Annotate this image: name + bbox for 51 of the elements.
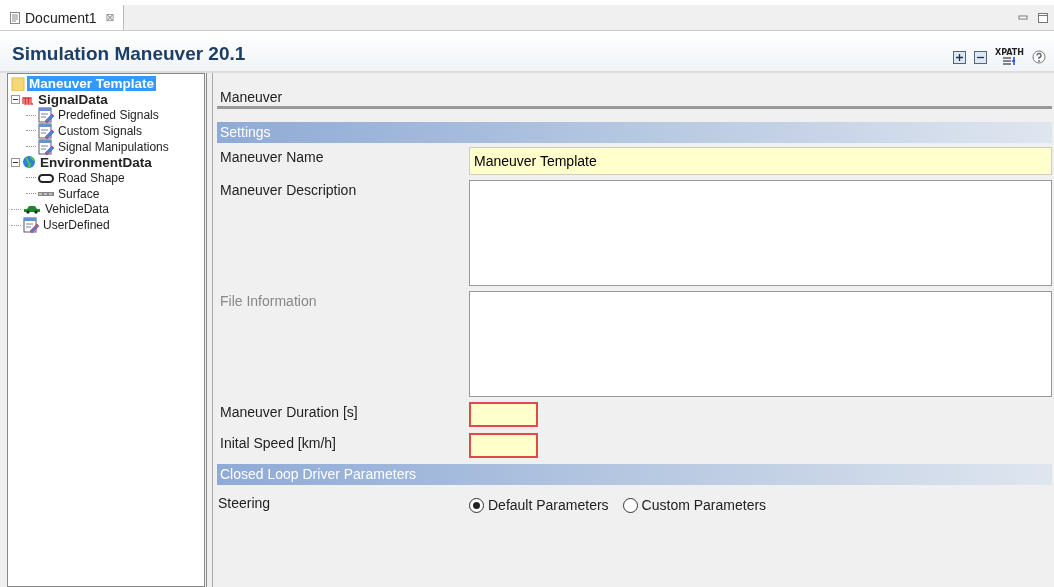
radio-button[interactable]: [622, 497, 638, 513]
field-label: Steering: [218, 494, 272, 511]
field-label: Inital Speed [km/h]: [220, 434, 337, 451]
folder-icon: [11, 76, 25, 91]
section-header: Settings: [217, 122, 1052, 143]
collapse-toggle-icon[interactable]: [11, 95, 20, 105]
signal-icon: [22, 94, 34, 105]
document-pencil-icon: [38, 122, 54, 139]
editor-title: Simulation Maneuver 20.1: [12, 43, 246, 65]
document-pencil-icon: [38, 138, 54, 155]
field-label: File Information: [220, 292, 318, 309]
collapse-all-icon[interactable]: [973, 50, 987, 64]
input-field[interactable]: [469, 433, 538, 458]
close-button[interactable]: ⊠: [105, 11, 115, 24]
document-pencil-icon: [23, 217, 39, 234]
radio-label[interactable]: Custom Parameters: [641, 497, 767, 513]
text-area[interactable]: [469, 180, 1052, 286]
field-label: Maneuver Description: [220, 181, 358, 198]
input-field[interactable]: Maneuver Template: [469, 147, 1052, 175]
tree-item[interactable]: Signal Manipulations: [56, 139, 171, 154]
field-label: Maneuver Duration [s]: [220, 403, 359, 420]
form-heading: Maneuver: [217, 89, 1052, 109]
field-label: Maneuver Name: [220, 148, 325, 165]
xpath-button[interactable]: XPATH: [994, 48, 1024, 66]
tree-item[interactable]: EnvironmentData: [38, 154, 154, 170]
tree-item[interactable]: Predefined Signals: [56, 108, 161, 123]
tree-item[interactable]: Custom Signals: [56, 123, 145, 138]
document-tab[interactable]: Document1 ⊠: [0, 5, 124, 30]
help-icon[interactable]: [1032, 50, 1046, 64]
expand-all-icon[interactable]: [952, 50, 966, 64]
collapse-toggle-icon[interactable]: [11, 157, 20, 167]
tree-item[interactable]: SignalData: [36, 92, 110, 108]
car-icon: [23, 204, 41, 215]
document-icon: [10, 11, 20, 24]
tab-label: Document1: [25, 9, 97, 26]
xpath-label: XPATH: [994, 48, 1024, 57]
section-header: Closed Loop Driver Parameters: [217, 464, 1052, 485]
splitter[interactable]: [206, 73, 213, 587]
tree-item[interactable]: Road Shape: [56, 170, 127, 185]
minimize-icon: [1018, 12, 1028, 23]
tree-item[interactable]: Surface: [56, 186, 102, 201]
tree-item[interactable]: UserDefined: [41, 218, 112, 233]
tree-item[interactable]: VehicleData: [43, 202, 112, 217]
maximize-icon: [1038, 12, 1048, 23]
radio-button[interactable]: [469, 497, 484, 513]
globe-icon: [22, 155, 36, 170]
input-field[interactable]: [469, 402, 538, 427]
list-icon: [1003, 56, 1016, 66]
pill-shape-icon: [38, 172, 54, 183]
radio-label[interactable]: Default Parameters: [488, 497, 609, 513]
document-pencil-icon: [38, 107, 54, 124]
